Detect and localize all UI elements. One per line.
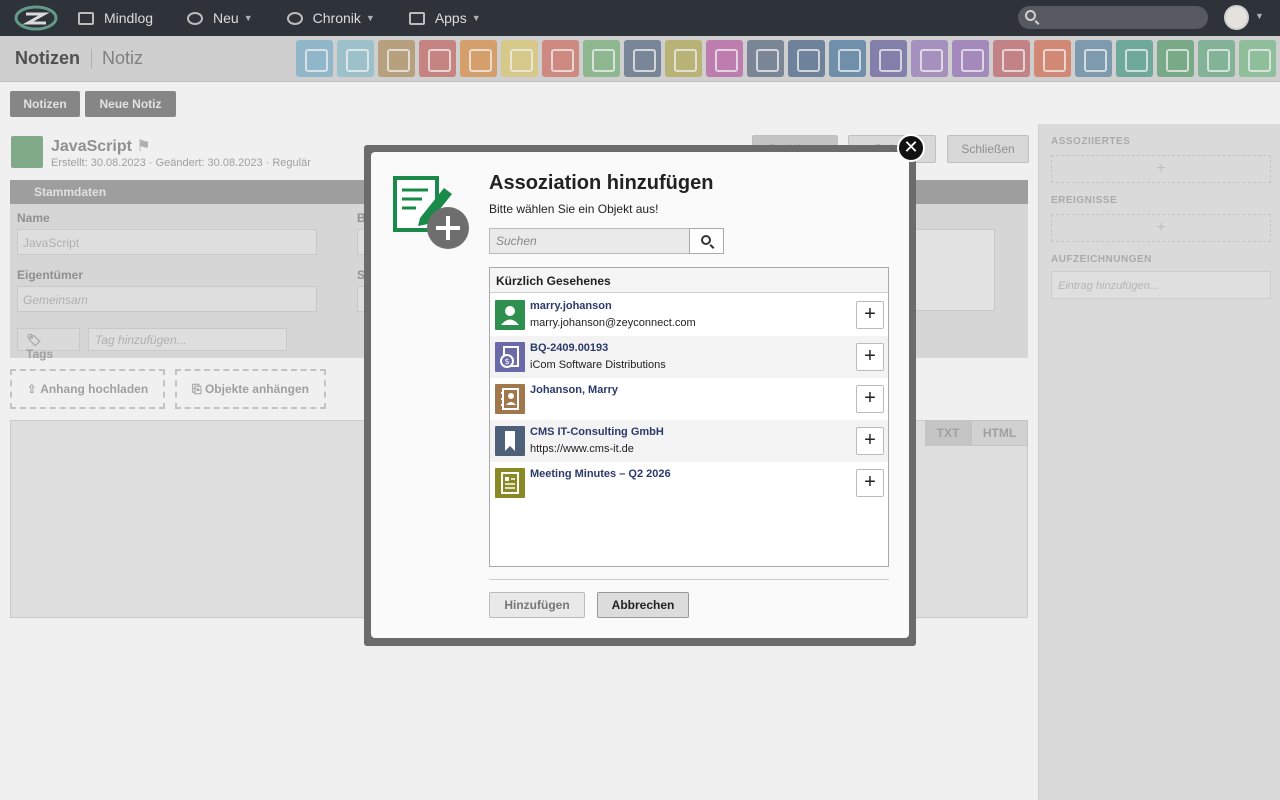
quote-document-icon: $ — [495, 342, 525, 372]
list-item[interactable]: marry.johanson marry.johanson@zeyconnect… — [490, 294, 888, 336]
item-title[interactable]: marry.johanson — [530, 300, 612, 312]
list-header: Kürzlich Gesehenes — [490, 268, 888, 293]
add-item-button[interactable]: + — [856, 427, 884, 455]
item-title[interactable]: Johanson, Marry — [530, 384, 618, 396]
minutes-document-icon — [495, 468, 525, 498]
item-title[interactable]: BQ-2409.00193 — [530, 342, 608, 354]
dialog-divider — [489, 579, 889, 580]
add-button[interactable]: Hinzufügen — [489, 592, 585, 618]
item-title[interactable]: CMS IT-Consulting GmbH — [530, 426, 664, 438]
contact-card-icon — [495, 384, 525, 414]
search-input[interactable]: Suchen — [489, 228, 690, 254]
cancel-button[interactable]: Abbrechen — [597, 592, 689, 618]
search-button[interactable] — [689, 228, 724, 254]
close-icon[interactable]: ✕ — [897, 134, 925, 162]
list-item[interactable]: Johanson, Marry + — [490, 378, 888, 420]
add-item-button[interactable]: + — [856, 385, 884, 413]
add-item-button[interactable]: + — [856, 301, 884, 329]
recent-items-list: Kürzlich Gesehenes marry.johanson marry.… — [489, 267, 889, 567]
list-item[interactable]: CMS IT-Consulting GmbH https://www.cms-i… — [490, 420, 888, 462]
item-subtitle: marry.johanson@zeyconnect.com — [530, 317, 696, 329]
add-item-button[interactable]: + — [856, 469, 884, 497]
dialog-title: Assoziation hinzufügen — [489, 172, 714, 194]
item-subtitle: https://www.cms-it.de — [530, 443, 634, 455]
user-icon — [495, 300, 525, 330]
svg-text:$: $ — [504, 357, 509, 366]
bookmark-icon — [495, 426, 525, 456]
add-item-button[interactable]: + — [856, 343, 884, 371]
note-add-icon — [392, 174, 470, 250]
search-icon — [701, 235, 711, 245]
list-item[interactable]: Meeting Minutes – Q2 2026 + — [490, 462, 888, 504]
item-subtitle: iCom Software Distributions — [530, 359, 666, 371]
list-item[interactable]: $ BQ-2409.00193 iCom Software Distributi… — [490, 336, 888, 378]
item-title[interactable]: Meeting Minutes – Q2 2026 — [530, 468, 671, 480]
dialog-subtitle: Bitte wählen Sie ein Objekt aus! — [489, 202, 659, 216]
